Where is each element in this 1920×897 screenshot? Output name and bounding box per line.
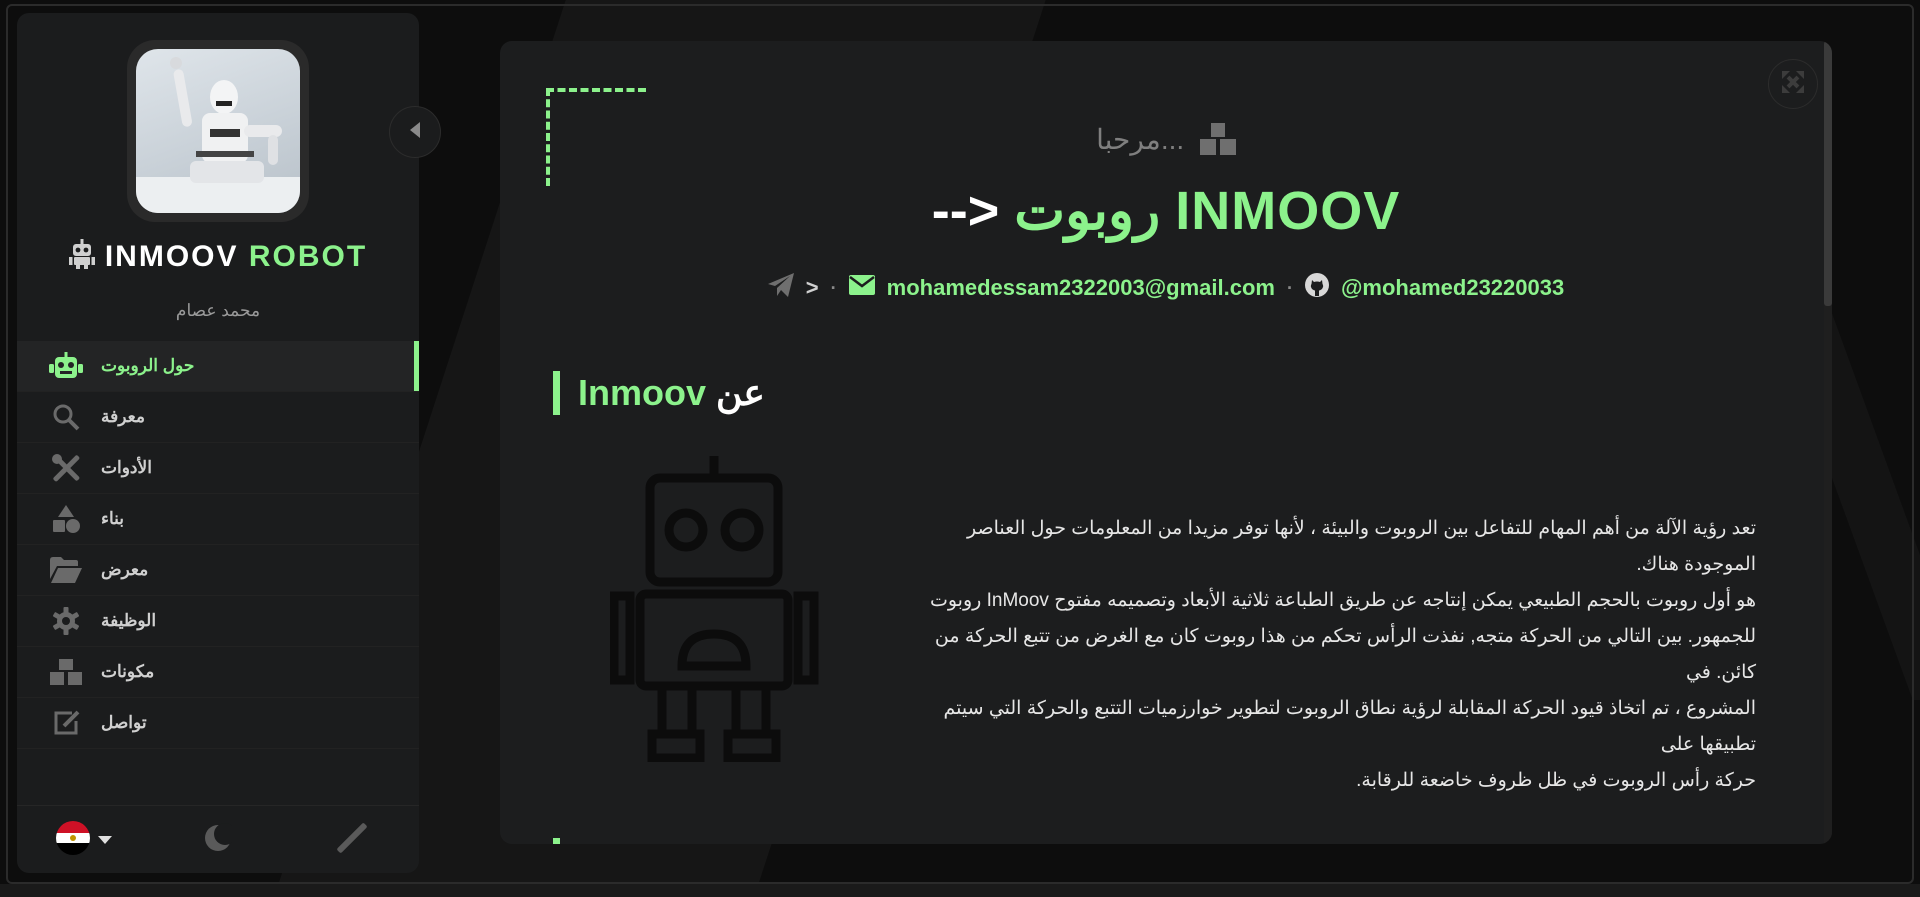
gear-icon (49, 606, 83, 636)
scrollbar[interactable] (1824, 41, 1832, 844)
robot-icon (49, 351, 83, 381)
brand-title: INMOOV ROBOT (17, 239, 419, 277)
title-inmoov: INMOOV (1175, 181, 1401, 241)
contact-row: > · mohamedessam2322003@gmail.com · @moh… (500, 273, 1832, 303)
tools-icon (49, 453, 83, 483)
separator: · (830, 277, 837, 298)
about-line: للجمهور. بين التالي من الحركة متجه, نفذت… (934, 626, 1756, 683)
sidebar-item-label: معرض (101, 560, 149, 579)
sidebar-item-label: معرفة (101, 407, 145, 426)
greeting-text: مرحبا... (1096, 124, 1185, 155)
title-arabic: روبوت (1014, 181, 1161, 241)
sidebar-item-tools[interactable]: الأدوات (17, 443, 419, 494)
brand-name-white: INMOOV (104, 240, 239, 273)
sidebar-collapse-button[interactable] (389, 106, 441, 158)
language-selector[interactable] (17, 820, 151, 859)
egypt-flag-icon (56, 820, 90, 859)
section-title-about: عن (716, 372, 765, 413)
chevron-down-icon (98, 830, 112, 849)
robot-icon (68, 239, 95, 277)
section-title: Inmoov عن (553, 371, 765, 415)
sidebar-item-function[interactable]: الوظيفة (17, 596, 419, 647)
github-link[interactable]: @mohamed23220033 (1341, 275, 1564, 301)
robot-photo (136, 49, 300, 213)
fullscreen-button[interactable] (1768, 59, 1818, 109)
sidebar-item-gallery[interactable]: معرض (17, 545, 419, 596)
email-link[interactable]: mohamedessam2322003@gmail.com (887, 275, 1275, 301)
sidebar-item-label: مكونات (101, 662, 155, 681)
sidebar-item-about-robot[interactable]: حول الروبوت (17, 341, 419, 392)
search-icon (49, 402, 83, 432)
caret-left-icon (409, 122, 421, 142)
sidebar-item-build[interactable]: بناء (17, 494, 419, 545)
telegram-icon[interactable] (767, 273, 794, 303)
title-arrow: --> (931, 181, 1000, 241)
cubes-icon (1192, 123, 1236, 155)
sidebar-item-label: الأدوات (101, 458, 152, 477)
sidebar-item-label: بناء (101, 509, 125, 528)
sidebar-item-contact[interactable]: تواصل (17, 698, 419, 749)
customize-button[interactable] (285, 821, 419, 859)
avatar (127, 40, 309, 222)
theme-toggle[interactable] (151, 822, 285, 857)
about-line: حركة رأس الروبوت في ظل ظروف خاضعة للرقاب… (1356, 770, 1756, 791)
greeting: مرحبا... (500, 123, 1832, 156)
sidebar-nav: حول الروبوت معرفة الأدوات بناء معرض الوظ… (17, 341, 419, 749)
sidebar-item-label: الوظيفة (101, 611, 157, 630)
expand-icon (1782, 71, 1804, 97)
github-icon (1304, 273, 1329, 303)
section-title-inmoov: Inmoov (578, 372, 707, 413)
about-line: تعد رؤية الآلة من أهم المهام للتفاعل بين… (966, 518, 1756, 575)
robot-illustration (609, 456, 820, 766)
separator: · (1286, 277, 1293, 298)
main-panel: مرحبا... --> روبوت INMOOV > · mohamedess… (500, 41, 1832, 844)
sidebar-item-components[interactable]: مكونات (17, 647, 419, 698)
about-line: هو أول روبوت بالحجم الطبيعي يمكن إنتاجه … (929, 590, 1756, 611)
cubes-icon (49, 657, 83, 687)
sidebar-item-label: تواصل (101, 713, 147, 732)
sidebar-footer (17, 805, 419, 873)
about-line: المشروع ، تم اتخاذ قيود الحركة المقابلة … (943, 698, 1756, 755)
moon-icon (203, 822, 236, 857)
author-name: محمد عصام (175, 301, 261, 320)
telegram-link[interactable]: > (806, 275, 819, 301)
envelope-icon (848, 275, 875, 301)
sidebar-item-label: حول الروبوت (101, 356, 195, 375)
about-paragraph: تعد رؤية الآلة من أهم المهام للتفاعل بين… (908, 511, 1756, 799)
shapes-icon (49, 504, 83, 534)
sidebar-item-knowledge[interactable]: معرفة (17, 392, 419, 443)
taskbar-strip (0, 884, 1920, 897)
page-title: --> روبوت INMOOV (500, 179, 1832, 242)
edit-icon (49, 708, 83, 738)
folder-open-icon (49, 555, 83, 585)
brand-name-green: ROBOT (248, 240, 368, 273)
sidebar: INMOOV ROBOT محمد عصام حول الروبوت معرفة… (17, 13, 419, 873)
pen-icon (335, 821, 369, 859)
next-section-marker (553, 838, 560, 844)
